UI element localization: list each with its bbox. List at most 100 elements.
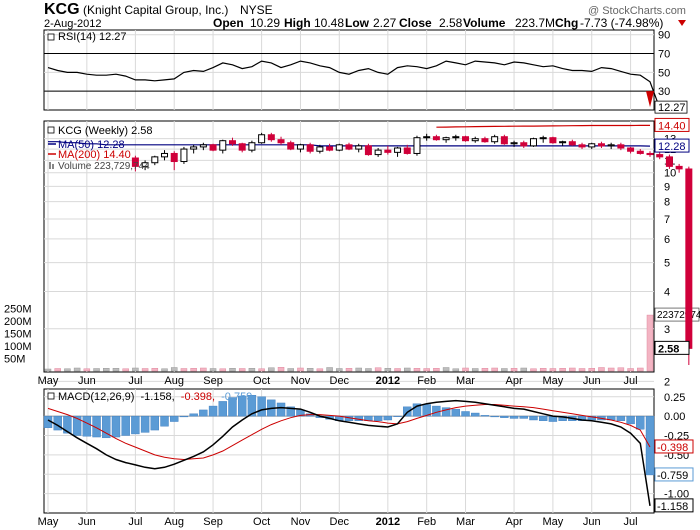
low-label: Low	[345, 16, 370, 30]
volume-bar	[190, 368, 197, 372]
volume-bar	[423, 368, 430, 372]
chg-value: -7.73 (-74.98%)	[580, 16, 663, 30]
volume-bar	[219, 368, 227, 372]
volume-bar	[277, 367, 285, 372]
macd-tick-label: 0.25	[664, 392, 685, 404]
volume-legend: Volume 223,729,744	[58, 161, 150, 172]
price-tag: 14.40	[658, 120, 686, 132]
volume-bar	[170, 367, 178, 372]
exchange: NYSE	[240, 3, 273, 17]
macd-histogram-bar	[111, 415, 121, 438]
macd-histogram-bar	[121, 415, 130, 436]
x-bottom-label: May	[38, 516, 59, 528]
volume-bar	[588, 368, 595, 372]
x-top-label: Apr	[506, 375, 523, 387]
candle-legend-icon	[47, 126, 55, 134]
x-bottom-label: Jun	[583, 516, 601, 528]
macd-histogram-bar	[140, 415, 150, 433]
candle-up	[296, 144, 304, 150]
volume-legend-swatch	[49, 162, 51, 169]
candle-down	[345, 144, 353, 150]
macd-histogram-bar	[480, 415, 490, 417]
candle-down	[665, 156, 673, 167]
volume-bar	[413, 368, 421, 372]
candle-down	[500, 136, 508, 145]
candle-up	[151, 156, 159, 164]
macd-histogram-bar	[461, 411, 470, 417]
price-panel: 2345678910111213 250M200M150M100M50M2237…	[4, 117, 700, 388]
candle-up	[539, 137, 547, 140]
x-top-label: Aug	[164, 375, 184, 387]
candle-down	[549, 137, 557, 144]
candle-down	[170, 152, 178, 163]
volume-bar	[549, 368, 557, 372]
volume-bar	[384, 368, 392, 372]
volume-tick-label: 50M	[4, 354, 25, 366]
rsi-legend-icon	[47, 33, 55, 41]
x-bottom-label: Feb	[417, 516, 436, 528]
macd-histogram-bar	[636, 415, 645, 430]
candle-down	[209, 144, 217, 151]
quote-bar: Open 10.29 High 10.48 Low 2.27 Close 2.5…	[213, 16, 663, 30]
macd-histogram-bar	[383, 415, 393, 421]
macd-legend-hist: -0.759	[221, 391, 252, 403]
volume-bar	[83, 368, 91, 372]
candle-down	[306, 144, 314, 152]
candle-down	[277, 139, 285, 144]
candle-up	[394, 147, 402, 153]
macd-histogram-bar	[626, 415, 635, 425]
rsi-tick-label: 70	[658, 49, 670, 61]
x-top-label: Jul	[128, 375, 142, 387]
volume-bar	[54, 368, 61, 372]
volume-bar	[617, 367, 625, 372]
price-tick-label: 5	[664, 258, 670, 270]
price-tick-label: 7	[664, 214, 670, 226]
low-value: 2.27	[373, 16, 397, 30]
ma200-legend: MA(200) 14.40	[58, 149, 131, 161]
x-axis-bottom: May Jun Jul Aug Sep Oct Nov Dec 2012 Feb Mar Apr May…	[38, 516, 638, 528]
price-tick-label: 6	[664, 234, 670, 246]
stock-chart: KCG (Knight Capital Group, Inc.) NYSE @ …	[4, 1, 700, 528]
company-name: (Knight Capital Group, Inc.)	[83, 3, 228, 17]
candle-up	[471, 138, 479, 142]
rsi-legend: RSI(14) 12.27	[58, 31, 126, 43]
x-top-label: Jul	[624, 375, 638, 387]
price-tick-label: 2	[664, 376, 670, 388]
candle-up	[607, 144, 615, 147]
x-top-label: Sep	[203, 375, 223, 387]
x-bottom-label: Mar	[456, 516, 475, 528]
open-label: Open	[213, 16, 244, 30]
volume-bar	[44, 368, 52, 372]
volume-bar	[607, 367, 615, 372]
x-top-label: Mar	[456, 375, 475, 387]
volume-tick-label: 200M	[4, 316, 32, 328]
high-value: 10.48	[314, 16, 344, 30]
x-bottom-label: Oct	[253, 516, 270, 528]
volume-bar	[539, 368, 547, 372]
volume-bar	[200, 367, 207, 372]
volume-bar	[569, 367, 576, 372]
candle-up	[180, 148, 188, 163]
volume-bar	[64, 368, 71, 372]
volume-bar	[442, 367, 450, 372]
volume-bar	[404, 367, 411, 372]
volume-bar	[491, 367, 498, 372]
macd-histogram-bar	[490, 415, 499, 418]
candle-up	[199, 144, 207, 148]
x-bottom-label: Jul	[624, 516, 638, 528]
macd-tick-label: 0.00	[664, 411, 685, 423]
x-bottom-label: May	[543, 516, 564, 528]
candle-up	[413, 137, 421, 154]
volume-bar	[433, 368, 440, 372]
price-tick-label: 3	[664, 324, 670, 336]
volume-bar	[637, 367, 644, 372]
volume-bar	[73, 367, 81, 372]
candle-up	[316, 146, 324, 152]
candle-down	[520, 142, 528, 147]
volume-bar	[510, 368, 518, 372]
x-top-label: Feb	[417, 375, 436, 387]
volume-bar	[452, 368, 460, 372]
chg-label: Chg	[555, 16, 578, 30]
candle-up	[588, 143, 596, 148]
volume-bar	[151, 368, 159, 372]
